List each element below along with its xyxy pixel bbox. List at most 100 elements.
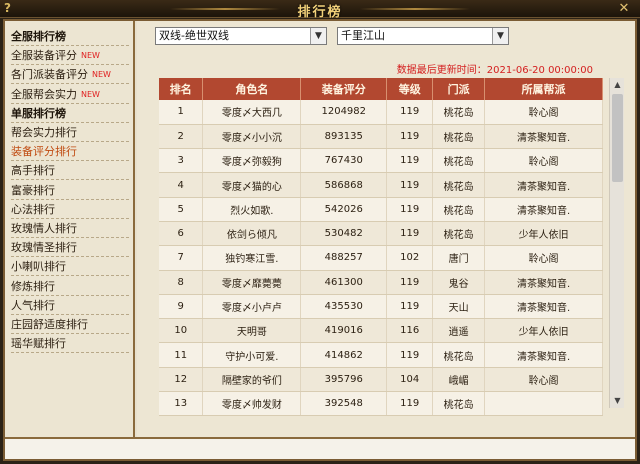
sidebar-item[interactable]: 小喇叭排行 [11,257,129,277]
col-header-rank[interactable]: 排名 [159,78,204,100]
sidebar-item[interactable]: 富豪排行 [11,181,129,200]
scroll-up-arrow-icon[interactable]: ▲ [610,78,625,92]
sidebar-item-label: 玫瑰情人排行 [11,222,77,235]
footer-bar [5,437,635,459]
character-name-cell: 零度〆帅发财 [202,391,302,417]
update-time-label: 数据最后更新时间：2021-06-20 00:00:00 [396,65,593,76]
scroll-thumb[interactable] [612,94,623,182]
sidebar-item[interactable]: 全服装备评分 NEW [11,46,129,66]
rank-cell: 8 [159,270,204,295]
chevron-down-icon[interactable]: ▼ [492,28,508,44]
server-select[interactable]: 千里江山 ▼ [337,27,509,45]
sect-cell: 唐门 [432,245,486,271]
level-cell: 119 [386,197,434,222]
table-header-row: 排名 角色名 装备评分 等级 门派 所属帮派 [159,78,603,100]
character-name-cell: 零度〆弥毅狗 [202,148,302,174]
level-cell: 119 [386,342,434,368]
scroll-down-arrow-icon[interactable]: ▼ [610,394,625,408]
sidebar-item[interactable]: 人气排行 [11,296,129,315]
col-header-score[interactable]: 装备评分 [300,78,388,100]
sidebar-item[interactable]: 庄园舒适度排行 [11,315,129,334]
sect-cell: 桃花岛 [432,197,486,222]
score-cell: 767430 [300,148,388,174]
sidebar-item[interactable]: 玫瑰情圣排行 [11,238,129,258]
sidebar-item-label: 单服排行榜 [11,106,66,120]
rank-cell: 7 [159,245,204,271]
col-header-sect[interactable]: 门派 [432,78,486,100]
level-cell: 119 [386,148,434,174]
sidebar-item-label: 瑶华赋排行 [11,337,66,351]
guild-cell: 清茶聚知音. [484,197,603,222]
window-title: 排行榜 [297,5,343,20]
score-cell: 392548 [300,391,388,417]
col-header-name[interactable]: 角色名 [202,78,302,100]
table-row[interactable]: 13 零度〆帅发财 392548 119 桃花岛 [159,391,603,417]
sidebar-item-label: 高手排行 [11,164,55,178]
sidebar-item[interactable]: 心法排行 [11,200,129,219]
ranking-category-sidebar: 全服排行榜 全服装备评分 NEW 各门派装备评分 NEW 全服帮会实力 NEW 单服排行榜帮会… [5,21,135,437]
table-row[interactable]: 9 零度〆小卢卢 435530 119 天山 清茶聚知音. [159,294,603,320]
sidebar-item[interactable]: 全服帮会实力 NEW [11,85,129,104]
score-cell: 414862 [300,342,388,368]
guild-cell: 聆心阁 [484,100,603,125]
score-cell: 1204982 [300,100,388,125]
ranking-main-panel: 双线-绝世双线 ▼ 千里江山 ▼ 数据最后更新时间：2021-06-20 00:… [137,21,635,437]
table-row[interactable]: 11 守护小可爱. 414862 119 桃花岛 清茶聚知音. [159,342,603,368]
rank-cell: 6 [159,221,204,247]
rank-cell: 3 [159,148,204,174]
character-name-cell: 零度〆猫的心 [202,172,302,198]
table-row[interactable]: 7 独钓寒江雪. 488257 102 唐门 聆心阁 [159,245,603,271]
sidebar-item[interactable]: 玫瑰情人排行 [11,219,129,238]
sect-cell: 桃花岛 [432,391,486,417]
sidebar-item[interactable]: 装备评分排行 [11,142,129,162]
col-header-guild[interactable]: 所属帮派 [484,78,603,100]
sidebar-item-label: 小喇叭排行 [11,260,66,274]
score-cell: 419016 [300,318,388,344]
level-cell: 104 [386,367,434,393]
score-cell: 530482 [300,221,388,247]
table-row[interactable]: 6 依剑ら倾凡 530482 119 桃花岛 少年人依旧 [159,221,603,247]
table-row[interactable]: 1 零度〆大西几 1204982 119 桃花岛 聆心阁 [159,100,603,125]
sidebar-item[interactable]: 高手排行 [11,161,129,181]
table-row[interactable]: 12 隔壁家的爷们 395796 104 峨嵋 聆心阁 [159,367,603,393]
sidebar-item[interactable]: 帮会实力排行 [11,123,129,142]
content-frame: 全服排行榜 全服装备评分 NEW 各门派装备评分 NEW 全服帮会实力 NEW 单服排行榜帮会… [3,19,637,461]
table-row[interactable]: 4 零度〆猫的心 586868 119 桃花岛 清茶聚知音. [159,172,603,198]
sidebar-item[interactable]: 修炼排行 [11,277,129,296]
score-cell: 461300 [300,270,388,295]
sidebar-item-label: 修炼排行 [11,279,55,293]
sidebar-section-header: 全服排行榜 [11,27,129,46]
character-name-cell: 零度〆靡薨薨 [202,270,302,295]
character-name-cell: 独钓寒江雪. [202,245,302,271]
col-header-level[interactable]: 等级 [386,78,434,100]
server-group-select[interactable]: 双线-绝世双线 ▼ [155,27,327,45]
sidebar-item-label: 全服帮会实力 [11,87,77,101]
table-row[interactable]: 10 天明哥 419016 116 逍遥 少年人依旧 [159,318,603,344]
guild-cell: 清茶聚知音. [484,342,603,368]
rank-cell: 9 [159,294,204,320]
table-row[interactable]: 3 零度〆弥毅狗 767430 119 桃花岛 聆心阁 [159,148,603,174]
score-cell: 395796 [300,367,388,393]
level-cell: 116 [386,318,434,344]
sect-cell: 桃花岛 [432,342,486,368]
table-row[interactable]: 5 烈火如歌. 542026 119 桃花岛 清茶聚知音. [159,197,603,222]
sidebar-item-label: 庄园舒适度排行 [11,318,88,331]
sidebar-item-label: 心法排行 [11,202,55,216]
close-icon[interactable]: ✕ [616,1,632,16]
table-row[interactable]: 2 零度〆小小沉 893135 119 桃花岛 清茶聚知音. [159,124,603,150]
score-cell: 586868 [300,172,388,198]
chevron-down-icon[interactable]: ▼ [310,28,326,44]
rank-cell: 10 [159,318,204,344]
level-cell: 119 [386,270,434,295]
sidebar-item-label: 帮会实力排行 [11,126,77,139]
sect-cell: 桃花岛 [432,100,486,125]
sidebar-item-label: 富豪排行 [11,183,55,197]
guild-cell: 清茶聚知音. [484,172,603,198]
sidebar-section-header: 单服排行榜 [11,104,129,123]
sidebar-item[interactable]: 瑶华赋排行 [11,334,129,354]
sect-cell: 峨嵋 [432,367,486,393]
guild-cell: 清茶聚知音. [484,294,603,320]
table-row[interactable]: 8 零度〆靡薨薨 461300 119 鬼谷 清茶聚知音. [159,270,603,295]
table-scrollbar[interactable]: ▲ ▼ [609,78,624,408]
sidebar-item[interactable]: 各门派装备评分 NEW [11,65,129,85]
